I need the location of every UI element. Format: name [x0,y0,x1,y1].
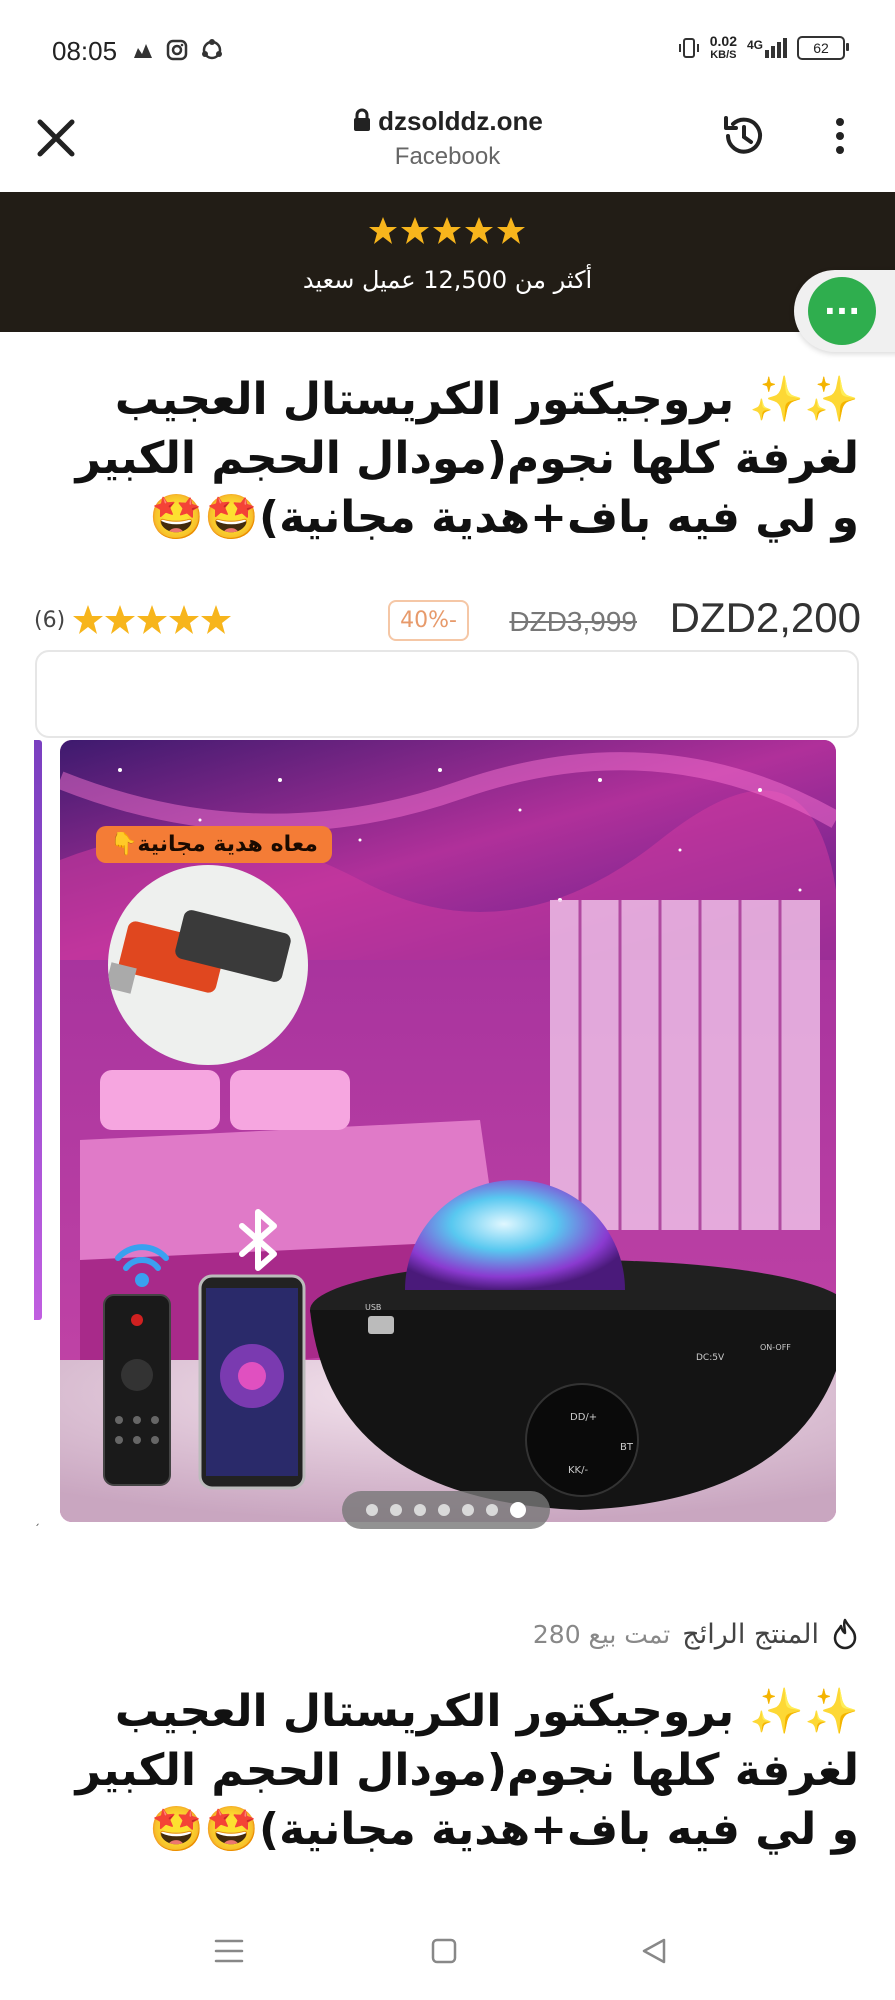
chat-button[interactable]: ··· [808,277,876,345]
original-price: DZD3,999 [509,606,637,637]
variant-selector-box[interactable] [35,650,859,738]
status-notification-icons [132,38,224,62]
carousel-dot[interactable] [462,1504,474,1516]
trending-label: المنتج الرائج [682,1618,819,1650]
star-icon [464,217,493,244]
carousel-indicator[interactable] [342,1491,550,1529]
phone-mockup [198,1274,306,1490]
instagram-icon [166,39,188,61]
battery-icon: 62 [797,36,849,60]
banner-rating-stars [0,216,895,250]
product-title-line: لغرفة كلها نجوم(مودال الحجم الكبير [75,1745,859,1796]
net-speed-unit: KB/S [710,49,737,61]
star-icon [73,605,103,634]
carousel-dot[interactable] [486,1504,498,1516]
current-price: DZD2,200 [669,594,861,641]
gift-tag: معاه هدية مجانية👇 [96,826,332,863]
net-speed: 0.02 KB/S [710,34,737,62]
battery-level: 62 [813,40,829,56]
rating-stars[interactable] [72,604,232,640]
star-icon [169,605,199,634]
product-image[interactable]: DD/+ KK/- BT DC:5V ON-OFF USB معاه هدية … [60,740,836,1522]
flame-icon [833,1618,857,1650]
banner-text: أكثر من 12,500 عميل سعيد [302,266,593,294]
star-icon [201,605,231,634]
back-icon[interactable] [640,1937,668,1965]
status-system-icons: 0.02 KB/S 4G 62 [678,34,849,62]
status-bar: 08:05 0.02 KB/S 4G 62 [0,0,895,100]
star-icon [105,605,135,634]
carousel-dot[interactable] [438,1504,450,1516]
recent-apps-icon[interactable] [214,1938,244,1964]
product-title-repeat: ✨✨ بروجيكتور الكريستال العجيب لغرفة كلها… [36,1682,859,1859]
device-label-kk: KK/- [568,1465,588,1476]
status-time: 08:05 [52,36,118,66]
device-label-usb: USB [365,1303,381,1312]
more-menu-icon[interactable] [824,114,856,158]
vibrate-icon [678,38,699,58]
slide-mark: ˏ [34,1512,40,1526]
device-label-onoff: ON-OFF [760,1343,791,1352]
star-icon [137,605,167,634]
star-icon [400,217,429,244]
sync-app-icon [202,39,222,60]
gift-usb-image [108,865,308,1065]
url-text: dzsolddz.one [378,106,543,136]
device-label-dc: DC:5V [696,1353,725,1363]
product-title-line: ✨✨ بروجيكتور الكريستال العجيب [114,1686,859,1737]
device-label-dd: DD/+ [570,1412,597,1423]
home-icon[interactable] [430,1937,458,1965]
remote-control [103,1294,171,1486]
system-nav-bar [0,1900,895,2000]
star-icon [432,217,461,244]
discount-badge: 40%- [388,600,469,641]
net-speed-value: 0.02 [709,33,737,49]
carousel-dot[interactable] [390,1504,402,1516]
product-gallery[interactable]: DD/+ KK/- BT DC:5V ON-OFF USB معاه هدية … [0,740,895,1529]
product-title-line: و لي فيه باف+هدية مجانية)🤩🤩 [149,492,859,543]
carousel-dot[interactable] [414,1504,426,1516]
signal-icon: 4G [747,38,787,58]
sold-count: تمت بيع 280 [532,1619,671,1649]
star-icon [368,217,397,244]
star-icon [496,217,525,244]
product-title: ✨✨ بروجيكتور الكريستال العجيب لغرفة كلها… [36,370,859,547]
carousel-dot-active[interactable] [510,1502,526,1518]
lock-icon [354,108,371,131]
notification-app-icon [134,44,152,58]
rating-count[interactable]: (6) [34,608,65,633]
price-row: DZD2,200 DZD3,999 40%- (6) [34,594,861,654]
trending-row: المنتج الرائج تمت بيع 280 [36,1612,859,1656]
network-type: 4G [746,38,763,52]
history-icon[interactable] [716,108,772,164]
previous-slide-edge[interactable] [34,740,42,1320]
product-title-line: لغرفة كلها نجوم(مودال الحجم الكبير [75,433,859,484]
chat-dots-icon: ··· [823,292,861,330]
product-title-line: ✨✨ بروجيكتور الكريستال العجيب [114,374,859,425]
carousel-dot[interactable] [366,1504,378,1516]
product-title-line: و لي فيه باف+هدية مجانية)🤩🤩 [149,1804,859,1855]
trust-banner: أكثر من 12,500 عميل سعيد [0,192,895,332]
device-label-bt: BT [620,1442,634,1453]
browser-toolbar: dzsolddz.one Facebook [0,100,895,193]
